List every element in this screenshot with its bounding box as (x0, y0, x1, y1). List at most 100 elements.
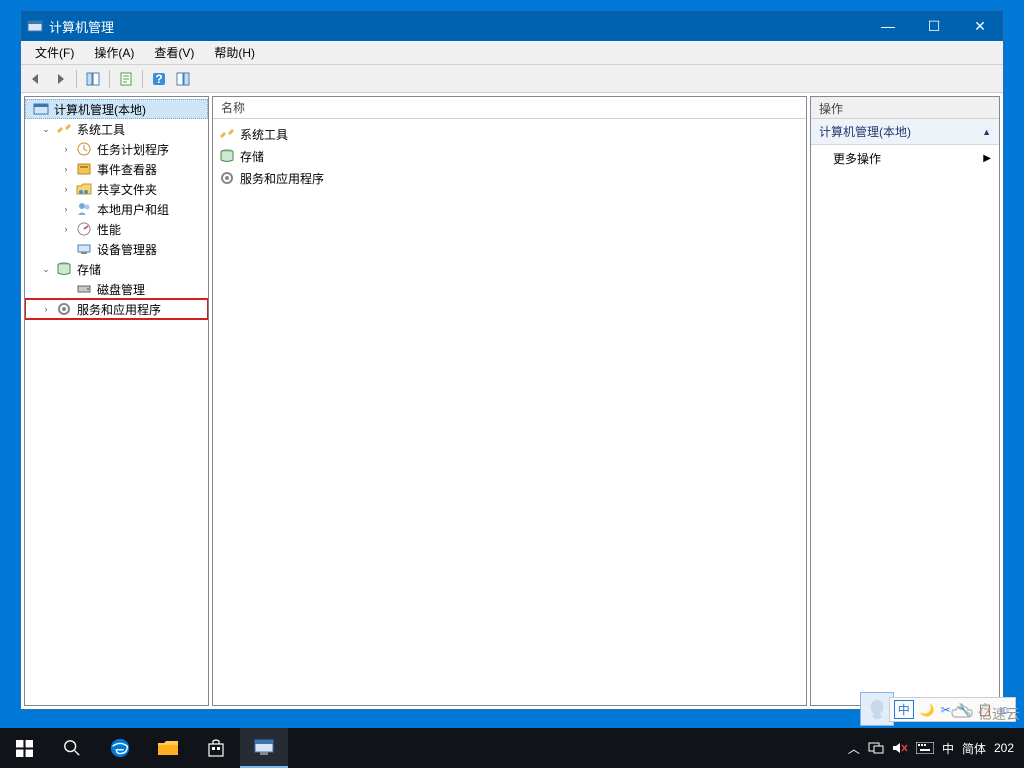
tree-shared-folders[interactable]: › 共享文件夹 (25, 179, 208, 199)
tools-icon (219, 126, 235, 142)
menu-view[interactable]: 查看(V) (144, 41, 204, 64)
tools-icon (56, 121, 72, 137)
store-button[interactable] (192, 728, 240, 768)
arrow-right-icon: ▶ (983, 153, 991, 164)
list-item-system-tools[interactable]: 系统工具 (213, 123, 806, 145)
tree-storage[interactable]: ⌄ 存储 (25, 259, 208, 279)
show-hide-action-button[interactable] (172, 68, 194, 90)
ime-lang[interactable]: 中 (942, 740, 954, 757)
tray-network-icon[interactable] (868, 741, 884, 755)
expander-icon[interactable]: ⌄ (39, 122, 53, 136)
tree-label: 共享文件夹 (95, 181, 159, 198)
list-panel: 名称 系统工具 存储 服务和应用程序 (212, 96, 807, 706)
expander-icon[interactable]: › (39, 302, 53, 316)
tree-label: 服务和应用程序 (75, 301, 163, 318)
taskbar: ︿ 中 简体 202 (0, 728, 1024, 768)
tree-label: 计算机管理(本地) (52, 101, 148, 118)
services-icon (56, 301, 72, 317)
device-icon (76, 241, 92, 257)
minimize-button[interactable]: — (865, 11, 911, 41)
explorer-button[interactable] (144, 728, 192, 768)
list-label: 系统工具 (240, 126, 288, 143)
performance-icon (76, 221, 92, 237)
list-header-name[interactable]: 名称 (213, 97, 806, 119)
toolbar-separator (142, 70, 143, 88)
actions-more[interactable]: 更多操作 ▶ (811, 145, 999, 172)
search-button[interactable] (48, 728, 96, 768)
tree-performance[interactable]: › 性能 (25, 219, 208, 239)
ime-mode[interactable]: 中 (894, 700, 914, 719)
list-label: 存储 (240, 148, 264, 165)
tree-local-users[interactable]: › 本地用户和组 (25, 199, 208, 219)
users-icon (76, 201, 92, 217)
taskbar-computer-management[interactable] (240, 728, 288, 768)
svg-text:?: ? (155, 72, 162, 86)
edge-button[interactable] (96, 728, 144, 768)
tree-task-scheduler[interactable]: › 任务计划程序 (25, 139, 208, 159)
properties-button[interactable] (115, 68, 137, 90)
watermark: 亿速云 (950, 704, 1020, 724)
menu-help[interactable]: 帮助(H) (204, 41, 265, 64)
list-item-services-apps[interactable]: 服务和应用程序 (213, 167, 806, 189)
computer-management-window: 计算机管理 — ☐ ✕ 文件(F) 操作(A) 查看(V) 帮助(H) ? 计算… (20, 10, 1004, 710)
tray-volume-muted-icon[interactable] (892, 741, 908, 755)
toolbar: ? (21, 65, 1003, 93)
expander-icon[interactable]: › (59, 142, 73, 156)
system-tray: ︿ 中 简体 202 (838, 740, 1024, 757)
clock[interactable]: 202 (994, 741, 1014, 755)
tree-label: 磁盘管理 (95, 281, 147, 298)
show-hide-tree-button[interactable] (82, 68, 104, 90)
ime-mode[interactable]: 简体 (962, 740, 986, 757)
storage-icon (219, 148, 235, 164)
tree-disk-management[interactable]: 磁盘管理 (25, 279, 208, 299)
moon-icon[interactable]: 🌙 (920, 703, 935, 717)
menu-file[interactable]: 文件(F) (25, 41, 84, 64)
tree-system-tools[interactable]: ⌄ 系统工具 (25, 119, 208, 139)
event-icon (76, 161, 92, 177)
forward-button[interactable] (49, 68, 71, 90)
watermark-text: 亿速云 (978, 704, 1020, 724)
clock-icon (76, 141, 92, 157)
list-item-storage[interactable]: 存储 (213, 145, 806, 167)
expander-icon[interactable]: › (59, 202, 73, 216)
titlebar[interactable]: 计算机管理 — ☐ ✕ (21, 11, 1003, 41)
expander-icon[interactable]: › (59, 162, 73, 176)
window-title: 计算机管理 (49, 17, 865, 36)
maximize-button[interactable]: ☐ (911, 11, 957, 41)
tree-label: 系统工具 (75, 121, 127, 138)
disk-icon (76, 281, 92, 297)
tree-label: 性能 (95, 221, 123, 238)
actions-header: 操作 (811, 97, 999, 119)
tree-root[interactable]: 计算机管理(本地) (25, 99, 208, 119)
tree-panel: 计算机管理(本地) ⌄ 系统工具 › 任务计划程序 › 事件查看器 (24, 96, 209, 706)
expander-icon[interactable]: › (59, 182, 73, 196)
shared-folder-icon (76, 181, 92, 197)
tray-keyboard-icon[interactable] (916, 742, 934, 754)
tray-chevron-up-icon[interactable]: ︿ (848, 740, 860, 757)
actions-group[interactable]: 计算机管理(本地) ▲ (811, 119, 999, 145)
close-button[interactable]: ✕ (957, 11, 1003, 41)
help-button[interactable]: ? (148, 68, 170, 90)
computer-icon (33, 101, 49, 117)
expander-icon[interactable]: ⌄ (39, 262, 53, 276)
back-button[interactable] (25, 68, 47, 90)
tree-event-viewer[interactable]: › 事件查看器 (25, 159, 208, 179)
actions-panel: 操作 计算机管理(本地) ▲ 更多操作 ▶ (810, 96, 1000, 706)
tree-label: 任务计划程序 (95, 141, 171, 158)
actions-group-label: 计算机管理(本地) (819, 123, 911, 140)
toolbar-separator (76, 70, 77, 88)
expander-icon[interactable]: › (59, 222, 73, 236)
tree-device-manager[interactable]: 设备管理器 (25, 239, 208, 259)
content-area: 计算机管理(本地) ⌄ 系统工具 › 任务计划程序 › 事件查看器 (21, 93, 1003, 709)
actions-more-label: 更多操作 (833, 150, 881, 167)
tree-label: 事件查看器 (95, 161, 159, 178)
tree-services-apps[interactable]: › 服务和应用程序 (25, 299, 208, 319)
tree-label: 设备管理器 (95, 241, 159, 258)
start-button[interactable] (0, 728, 48, 768)
tree-label: 本地用户和组 (95, 201, 171, 218)
menu-action[interactable]: 操作(A) (84, 41, 144, 64)
menubar: 文件(F) 操作(A) 查看(V) 帮助(H) (21, 41, 1003, 65)
tree-label: 存储 (75, 261, 103, 278)
storage-icon (56, 261, 72, 277)
chevron-up-icon: ▲ (982, 127, 991, 137)
